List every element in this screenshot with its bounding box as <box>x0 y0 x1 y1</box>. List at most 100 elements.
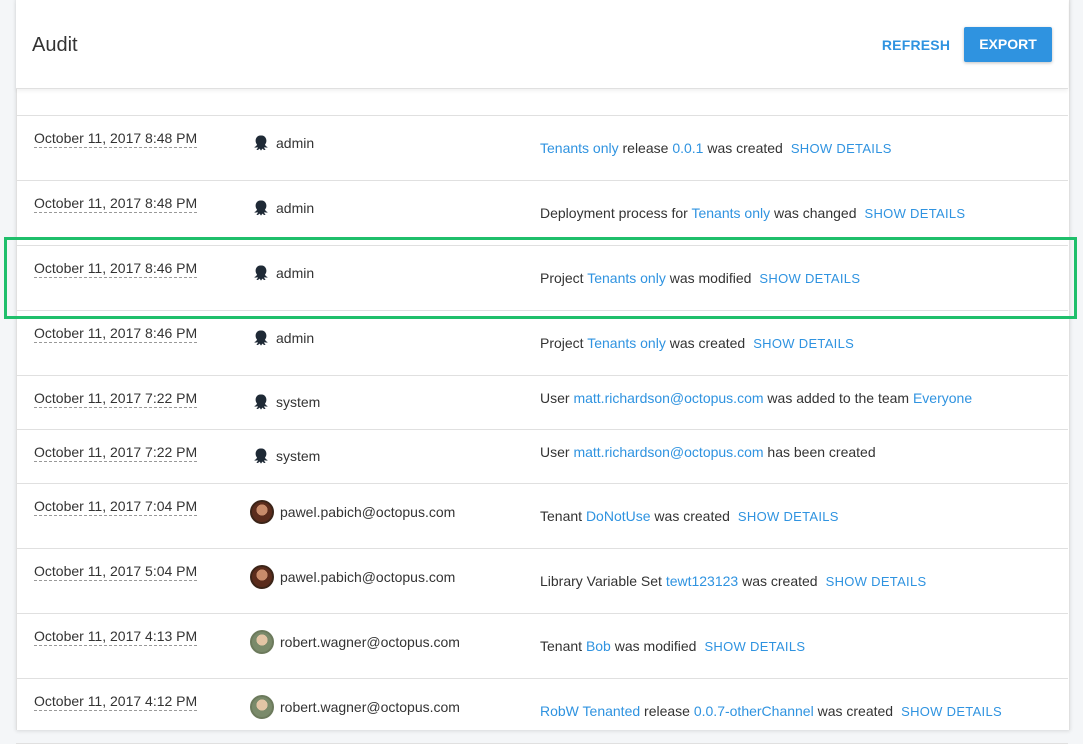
audit-message: Tenant Bob was modified SHOW DETAILS <box>540 637 805 656</box>
table-row: October 11, 2017 7:22 PM system User matt.… <box>16 376 1068 430</box>
page-header: Audit REFRESH EXPORT <box>16 0 1068 89</box>
audit-link[interactable]: Bob <box>586 638 611 654</box>
audit-user: admin <box>252 134 314 152</box>
octopus-icon <box>252 393 270 411</box>
audit-text: Tenant <box>540 638 586 654</box>
audit-link[interactable]: 0.0.1 <box>672 140 703 156</box>
audit-text: Project <box>540 270 588 286</box>
octopus-icon <box>252 199 270 217</box>
audit-username: pawel.pabich@octopus.com <box>280 569 456 585</box>
audit-link[interactable]: Tenants only <box>587 335 666 351</box>
audit-user: system <box>252 447 320 465</box>
audit-user: admin <box>252 329 314 347</box>
audit-text: was modified <box>610 638 697 654</box>
audit-message: Tenants only release 0.0.1 was created SH… <box>540 139 892 158</box>
audit-text: was created <box>650 508 730 524</box>
audit-message: User matt.richardson@octopus.com was add… <box>540 389 972 407</box>
audit-text: Library Variable Set <box>540 573 666 589</box>
audit-message: RobW Tenanted release 0.0.7-otherChannel… <box>540 702 1002 721</box>
audit-date[interactable]: October 11, 2017 7:04 PM <box>34 497 198 516</box>
audit-user: robert.wagner@octopus.com <box>250 630 460 654</box>
audit-link[interactable]: Everyone <box>913 390 972 406</box>
show-details-link[interactable]: SHOW DETAILS <box>791 141 892 156</box>
audit-message: Library Variable Set tewt123123 was crea… <box>540 572 926 591</box>
audit-text: has been created <box>763 444 876 460</box>
show-details-link[interactable]: SHOW DETAILS <box>759 271 860 286</box>
audit-text: was added to the team <box>763 390 913 406</box>
table-row: October 11, 2017 7:04 PM pawel.pabich@oct… <box>16 484 1068 549</box>
audit-username: robert.wagner@octopus.com <box>280 634 460 650</box>
audit-text: release <box>618 140 673 156</box>
audit-message: Project Tenants only was modified SHOW DE… <box>540 269 860 288</box>
avatar <box>250 630 274 654</box>
audit-text: Tenant <box>540 508 586 524</box>
octopus-icon <box>252 447 270 465</box>
audit-date[interactable]: October 11, 2017 8:46 PM <box>34 324 198 343</box>
avatar <box>250 695 274 719</box>
avatar <box>250 565 274 589</box>
audit-user: system <box>252 393 320 411</box>
octopus-icon <box>252 329 270 347</box>
table-row: October 11, 2017 7:22 PM system User matt.… <box>16 430 1068 484</box>
audit-message: Tenant DoNotUse was created SHOW DETAILS <box>540 507 839 526</box>
audit-link[interactable]: matt.richardson@octopus.com <box>573 444 763 460</box>
avatar <box>250 500 274 524</box>
octopus-icon <box>252 264 270 282</box>
audit-text: was created <box>665 335 746 351</box>
audit-date[interactable]: October 11, 2017 8:48 PM <box>34 129 198 148</box>
audit-text: Deployment process for <box>540 205 692 221</box>
audit-date[interactable]: October 11, 2017 7:22 PM <box>34 389 198 408</box>
audit-message: User matt.richardson@octopus.com has bee… <box>540 443 876 461</box>
octopus-icon <box>252 134 270 152</box>
audit-date[interactable]: October 11, 2017 4:13 PM <box>34 627 198 646</box>
audit-user: pawel.pabich@octopus.com <box>250 500 456 524</box>
export-button[interactable]: EXPORT <box>964 27 1052 62</box>
audit-username: admin <box>276 200 315 216</box>
audit-message: Project Tenants only was created SHOW DET… <box>540 334 854 353</box>
audit-date[interactable]: October 11, 2017 4:12 PM <box>34 692 198 711</box>
table-row: October 11, 2017 4:13 PM robert.wagner@oc… <box>16 614 1068 679</box>
table-row: October 11, 2017 5:04 PM pawel.pabich@oct… <box>16 549 1068 614</box>
audit-link[interactable]: matt.richardson@octopus.com <box>573 390 763 406</box>
audit-text: User <box>540 390 574 406</box>
audit-username: system <box>276 448 321 464</box>
audit-username: admin <box>276 330 315 346</box>
audit-text: was changed <box>770 205 857 221</box>
audit-user: robert.wagner@octopus.com <box>250 695 460 719</box>
table-row: October 11, 2017 4:12 PM robert.wagner@oc… <box>16 679 1068 744</box>
audit-date[interactable]: October 11, 2017 7:22 PM <box>34 443 198 462</box>
show-details-link[interactable]: SHOW DETAILS <box>738 509 839 524</box>
audit-text: User <box>540 444 574 460</box>
audit-username: pawel.pabich@octopus.com <box>280 504 456 520</box>
page-title: Audit <box>32 34 78 56</box>
audit-date[interactable]: October 11, 2017 8:48 PM <box>34 194 198 213</box>
audit-link[interactable]: tewt123123 <box>666 573 738 589</box>
audit-date[interactable]: October 11, 2017 5:04 PM <box>34 562 198 581</box>
refresh-button[interactable]: REFRESH <box>876 30 956 60</box>
table-row: October 11, 2017 8:48 PM admin Tenants onl… <box>16 116 1068 181</box>
audit-date[interactable]: October 11, 2017 8:46 PM <box>34 259 198 278</box>
audit-username: system <box>276 394 321 410</box>
audit-text: was created <box>703 140 783 156</box>
table-row: October 11, 2017 8:46 PM admin Project Ten… <box>16 311 1068 376</box>
show-details-link[interactable]: SHOW DETAILS <box>826 574 927 589</box>
audit-user: admin <box>252 199 314 217</box>
audit-text: Project <box>540 335 588 351</box>
show-details-link[interactable]: SHOW DETAILS <box>753 336 854 351</box>
show-details-link[interactable]: SHOW DETAILS <box>865 206 966 221</box>
audit-text: was modified <box>665 270 752 286</box>
audit-username: robert.wagner@octopus.com <box>280 699 460 715</box>
audit-username: admin <box>276 265 315 281</box>
audit-link[interactable]: Tenants only <box>587 270 666 286</box>
table-row: October 11, 2017 8:46 PM admin Project Ten… <box>16 246 1068 311</box>
show-details-link[interactable]: SHOW DETAILS <box>704 639 805 654</box>
audit-user: pawel.pabich@octopus.com <box>250 565 456 589</box>
audit-message: Deployment process for Tenants only was … <box>540 204 965 223</box>
audit-link[interactable]: Tenants only <box>540 140 619 156</box>
audit-user: admin <box>252 264 314 282</box>
audit-text: was created <box>738 573 818 589</box>
table-row: October 11, 2017 8:48 PM admin Deployment … <box>16 181 1068 246</box>
audit-link[interactable]: Tenants only <box>691 205 770 221</box>
audit-username: admin <box>276 135 315 151</box>
audit-link[interactable]: DoNotUse <box>586 508 651 524</box>
